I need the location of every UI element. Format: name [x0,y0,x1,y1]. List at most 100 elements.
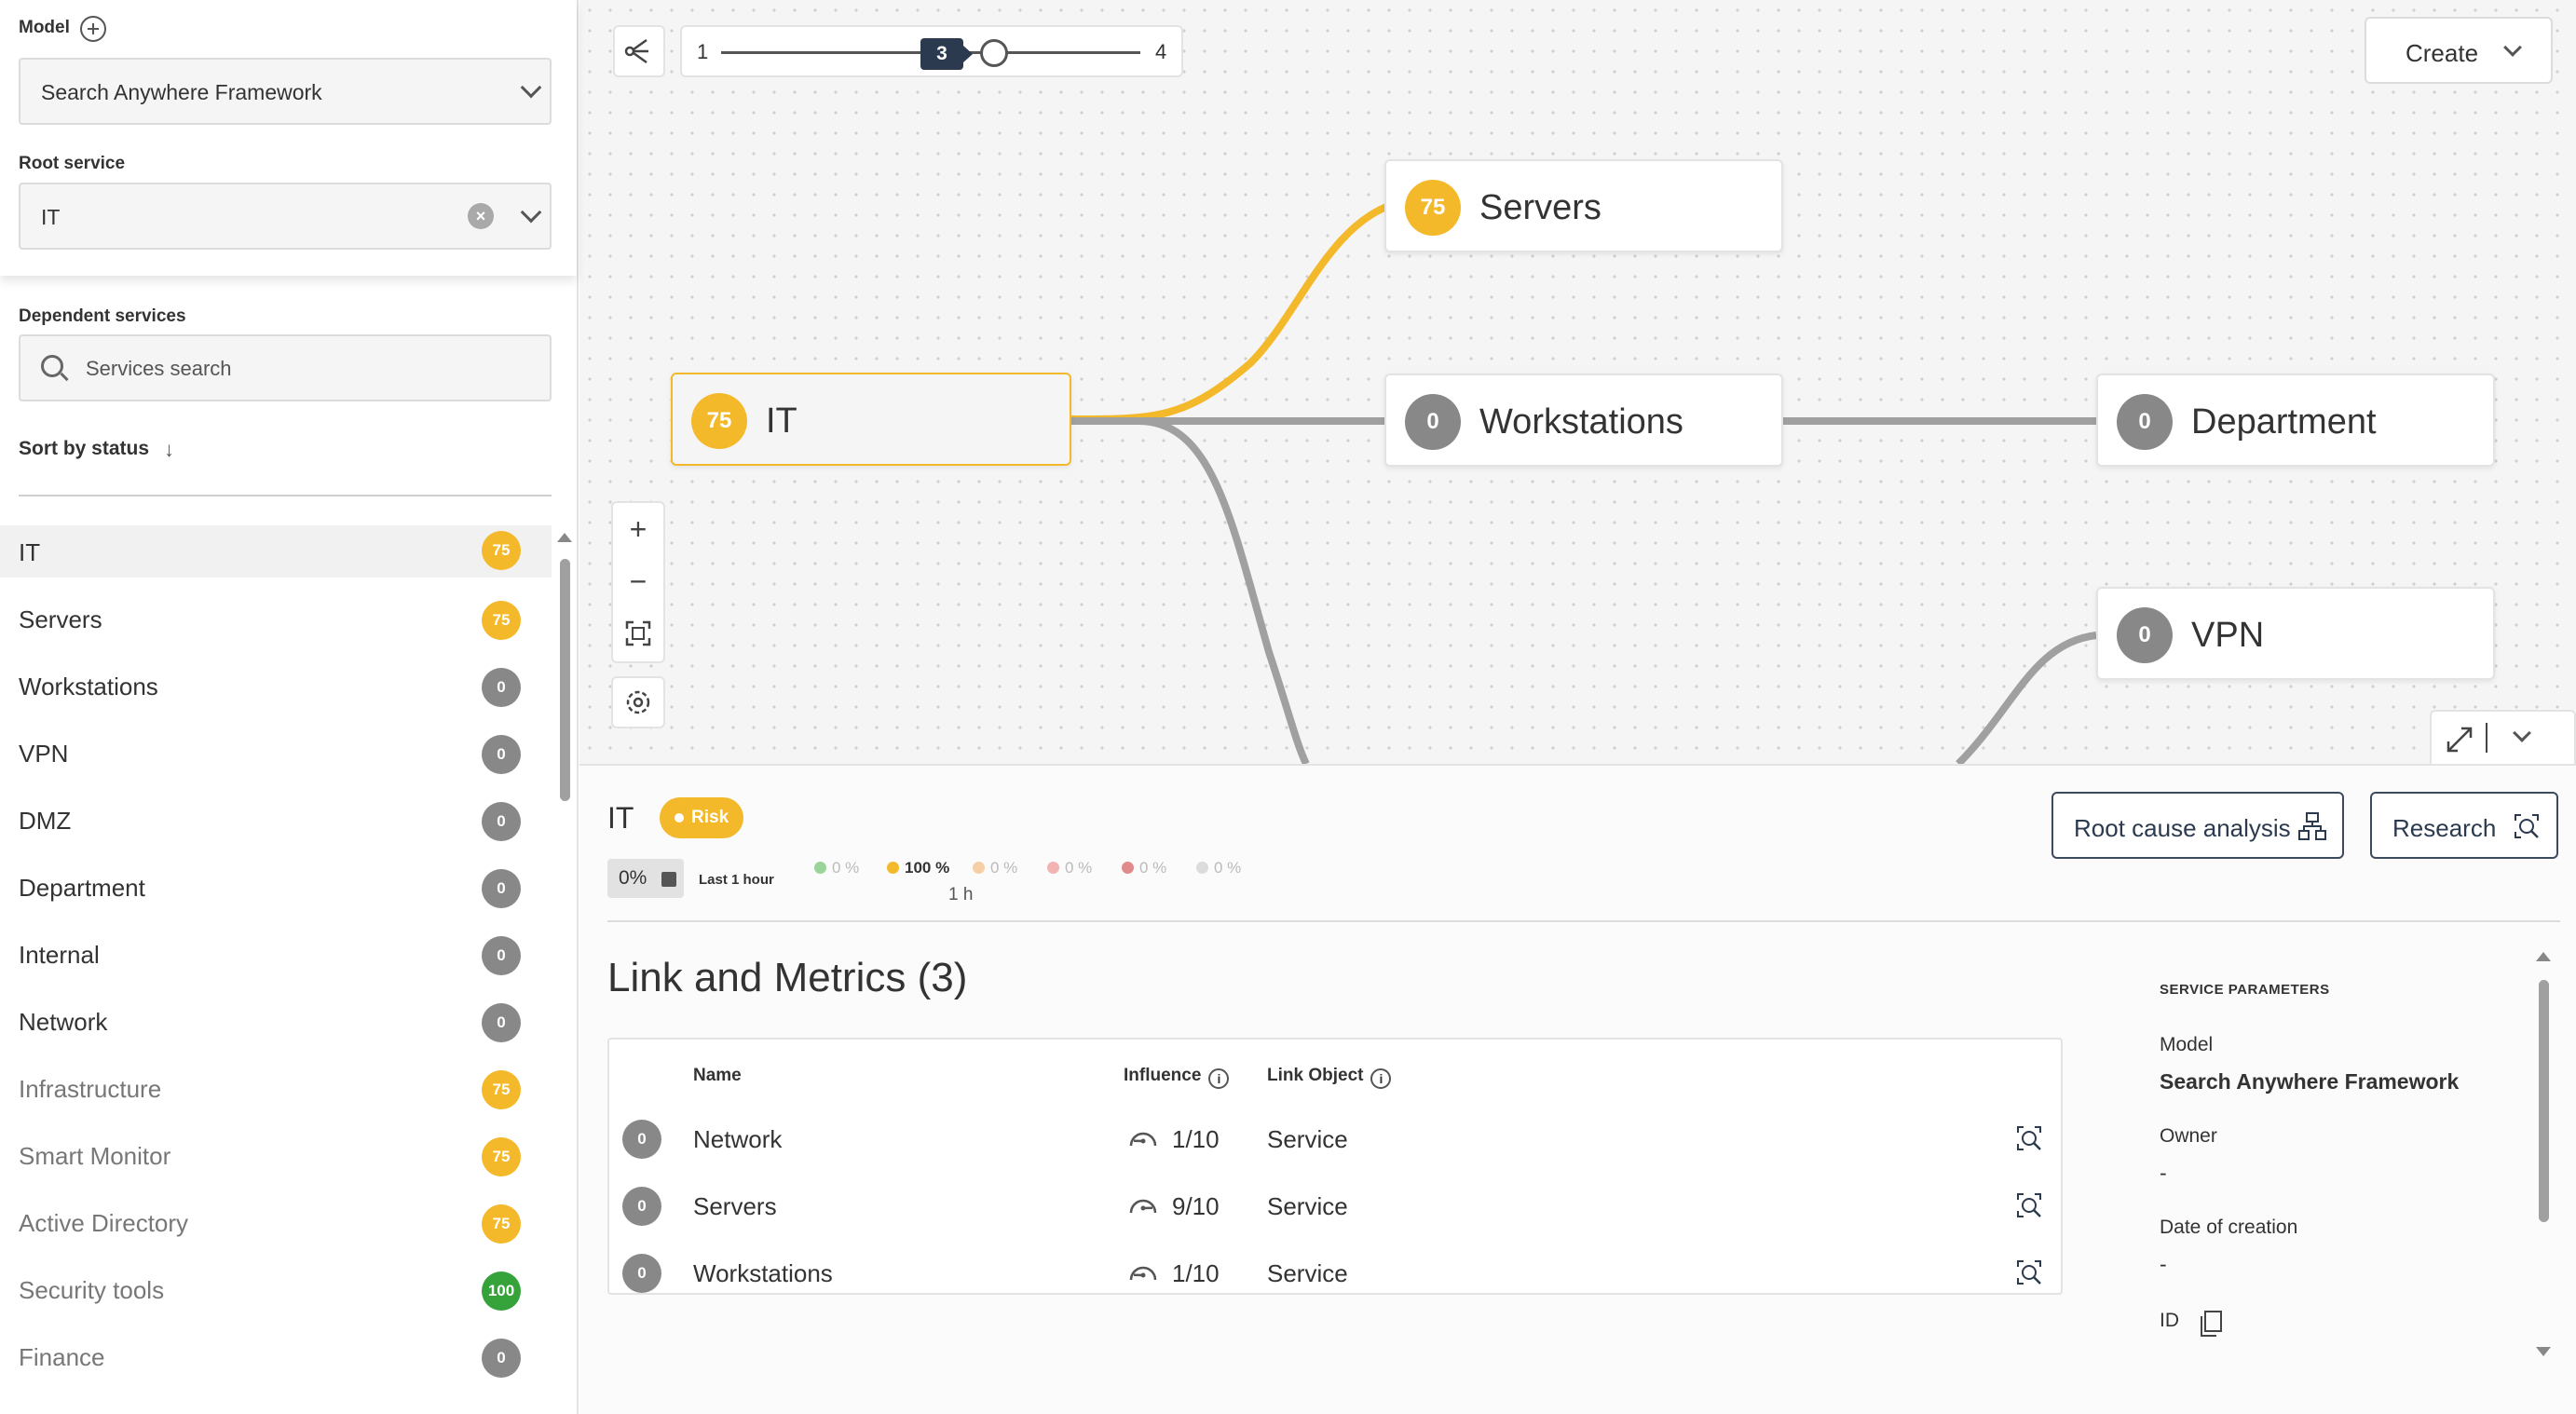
service-list-item[interactable]: Department 0 [0,861,552,928]
service-score-badge: 0 [482,869,521,908]
param-id-text: ID [2160,1310,2179,1331]
service-list-item[interactable]: Internal 0 [0,928,552,995]
row-influence: 1/10 [1172,1259,1220,1287]
influence-gauge-icon [1127,1123,1159,1155]
service-list-item[interactable]: Security tools 100 [0,1263,552,1330]
details-scrollbar[interactable] [2539,980,2549,1222]
param-id-label: ID [2160,1310,2222,1337]
expand-icon[interactable] [2441,721,2478,758]
service-name: Security tools [19,1276,165,1304]
status-stat-value: 0 % [990,859,1018,877]
service-name: Active Directory [19,1209,189,1237]
chevron-down-icon [520,201,542,224]
status-dot-icon [973,862,985,874]
zoom-out-button[interactable]: − [613,555,663,607]
zoom-in-button[interactable]: + [613,503,663,555]
divider [2486,723,2487,753]
service-score-badge: 75 [482,1204,521,1244]
node-servers[interactable]: 75 Servers [1384,159,1783,252]
sidebar-scrollbar[interactable] [560,559,570,801]
layout-toggle-button[interactable] [613,25,665,77]
row-name: Workstations [693,1259,833,1287]
fit-screen-icon [625,620,651,646]
service-list-item[interactable]: Finance 0 [0,1330,552,1397]
divider [19,495,552,496]
node-vpn[interactable]: 0 VPN [2096,587,2495,680]
collapse-chevron-icon[interactable] [2513,724,2531,742]
service-list-item[interactable]: Workstations 0 [0,659,552,727]
info-icon[interactable]: i [1370,1068,1392,1089]
row-research-icon[interactable] [2014,1258,2044,1287]
node-score-badge: 0 [2117,394,2173,450]
service-name: Servers [19,605,102,633]
services-search-input[interactable] [86,355,524,383]
row-link-object: Service [1267,1192,1348,1220]
table-row[interactable]: 0 Workstations 1/10 Service [609,1239,2061,1306]
service-name: Department [19,874,145,902]
service-list-item[interactable]: Network 0 [0,995,552,1062]
depth-slider-handle[interactable] [980,39,1008,67]
depth-slider[interactable]: 1 3 4 [680,25,1183,77]
node-score-badge: 0 [2117,607,2173,663]
model-filter-panel: Model Search Anywhere Framework Root ser… [0,0,577,276]
period-label: Last 1 hour [699,872,774,888]
row-research-icon[interactable] [2014,1190,2044,1220]
status-badge: Risk [660,797,743,838]
service-score-badge: 100 [482,1271,521,1311]
node-workstations[interactable]: 0 Workstations [1384,374,1783,467]
create-button[interactable]: Create [2365,17,2553,84]
model-select[interactable]: Search Anywhere Framework [19,58,552,125]
column-header-influence: Influence i [1124,1066,1230,1089]
root-service-select[interactable]: IT × [19,183,552,250]
network-analysis-icon [2298,812,2326,840]
status-dot-icon [1047,862,1059,874]
create-button-label: Create [2406,39,2479,67]
node-it[interactable]: 75 IT [671,373,1071,466]
services-search[interactable] [19,334,552,401]
chevron-down-icon [2503,38,2522,57]
status-dot-icon [1196,862,1208,874]
service-details-panel: IT Risk 0% Last 1 hour 0 % 100 % 0 % 0 % 0 %… [579,764,2576,1414]
clear-icon[interactable]: × [468,203,494,229]
service-list-item[interactable]: Smart Monitor 75 [0,1129,552,1196]
graph-settings-button[interactable] [611,676,665,728]
copy-icon[interactable] [2199,1310,2223,1338]
row-name: Servers [693,1192,777,1220]
model-label: Model [19,18,70,37]
node-label: VPN [2191,616,2265,655]
service-list-item[interactable]: DMZ 0 [0,794,552,861]
scroll-down-icon[interactable] [2536,1347,2551,1356]
info-icon[interactable]: i [1208,1068,1230,1089]
row-research-icon[interactable] [2014,1123,2044,1153]
add-model-icon[interactable] [80,16,106,42]
edge-vpn-lower [1956,632,2097,764]
node-department[interactable]: 0 Department [2096,374,2495,467]
root-cause-analysis-button[interactable]: Root cause analysis [2051,792,2344,859]
row-score-badge: 0 [622,1120,661,1159]
service-score-badge: 0 [482,735,521,774]
param-model-label: Model [2160,1034,2214,1055]
row-score-badge: 0 [622,1254,661,1293]
status-stat: 0 % [814,859,859,877]
service-graph-canvas[interactable]: 1 3 4 Create + − 75 IT 75 Servers 0 Work… [579,0,2576,764]
service-name: VPN [19,740,69,768]
table-row[interactable]: 0 Servers 9/10 Service [609,1172,2061,1239]
rca-button-label: Root cause analysis [2074,814,2291,842]
research-button[interactable]: Research [2370,792,2558,859]
param-owner-label: Owner [2160,1125,2217,1147]
service-score-badge: 75 [482,1137,521,1176]
param-date-label: Date of creation [2160,1217,2298,1238]
service-list-item[interactable]: VPN 0 [0,727,552,794]
fit-to-screen-button[interactable] [613,607,663,659]
service-list-item[interactable]: Active Directory 75 [0,1196,552,1263]
service-list-item[interactable]: Infrastructure 75 [0,1062,552,1129]
zoom-controls: + − [611,501,665,663]
service-list-item[interactable]: IT 75 [0,525,552,578]
scroll-up-icon[interactable] [557,533,572,542]
status-duration: 1 h [948,885,974,904]
table-row[interactable]: 0 Network 1/10 Service [609,1105,2061,1172]
service-list-item[interactable]: Servers 75 [0,592,552,659]
scroll-up-icon[interactable] [2536,952,2551,961]
sort-by-status-button[interactable]: Sort by status [19,438,149,460]
sort-arrow-down-icon[interactable]: ↓ [164,438,174,462]
